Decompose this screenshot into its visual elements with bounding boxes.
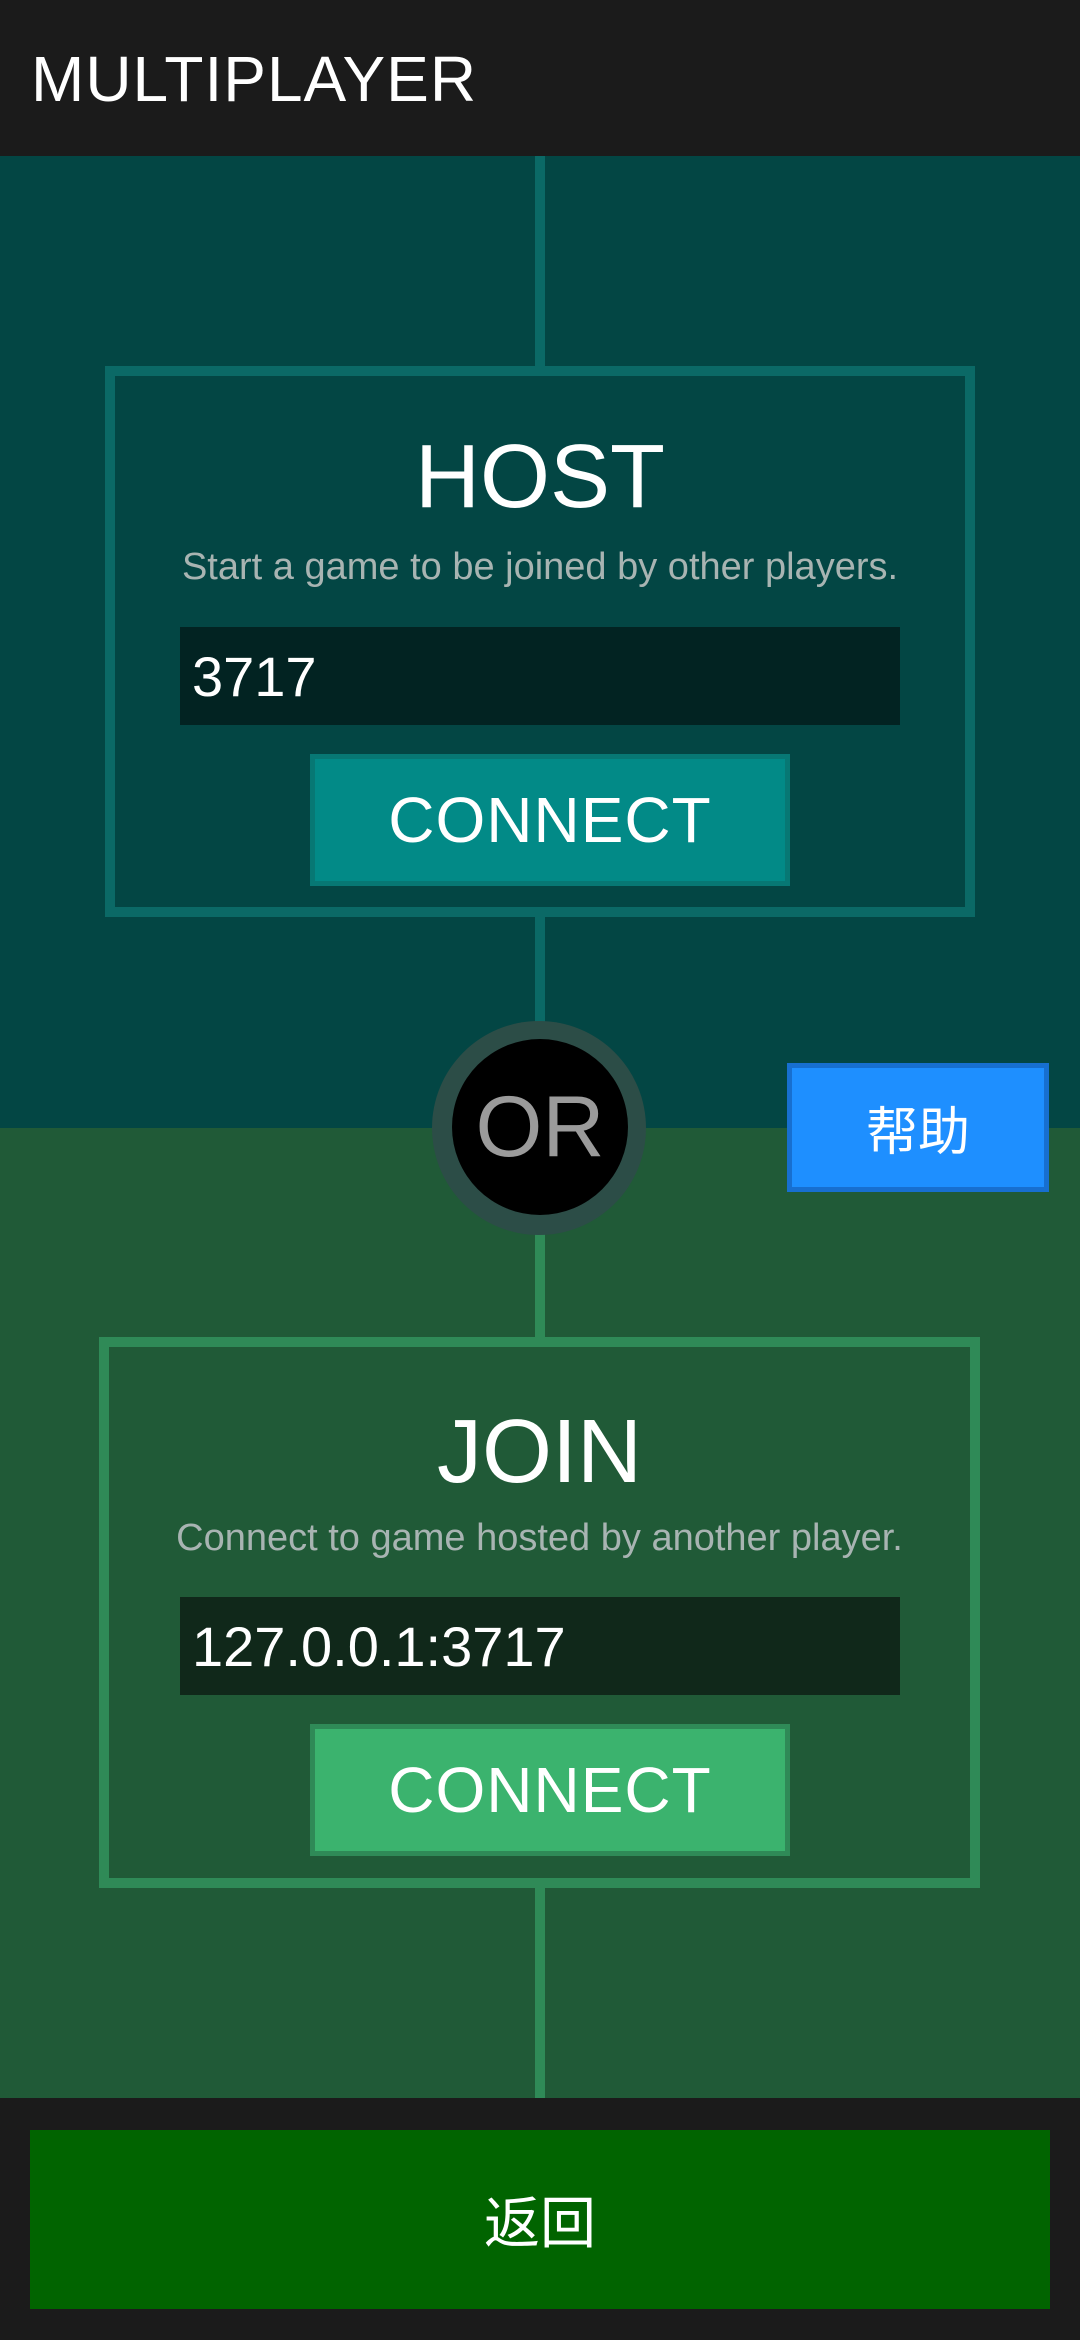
back-button[interactable]: 返回 (30, 2130, 1050, 2309)
host-heading: HOST (414, 427, 665, 527)
join-address-input[interactable]: 127.0.0.1:3717 (180, 1597, 900, 1695)
join-connector-bottom (535, 1888, 545, 2098)
host-port-input[interactable]: 3717 (180, 627, 900, 725)
join-connect-button[interactable]: CONNECT (310, 1724, 790, 1856)
app-header: MULTIPLAYER (0, 0, 1080, 156)
join-heading: JOIN (436, 1402, 642, 1502)
or-divider: OR (452, 1039, 628, 1215)
host-panel: HOST Start a game to be joined by other … (105, 366, 975, 917)
host-connector-top (535, 156, 545, 366)
join-panel: JOIN Connect to game hosted by another p… (99, 1337, 980, 1888)
host-connect-button[interactable]: CONNECT (310, 754, 790, 886)
join-subtitle: Connect to game hosted by another player… (176, 1517, 903, 1559)
help-button[interactable]: 帮助 (787, 1063, 1049, 1192)
host-subtitle: Start a game to be joined by other playe… (181, 546, 899, 588)
multiplayer-screen: MULTIPLAYER HOST Start a game to be join… (0, 0, 1080, 2340)
page-title: MULTIPLAYER (31, 43, 478, 115)
